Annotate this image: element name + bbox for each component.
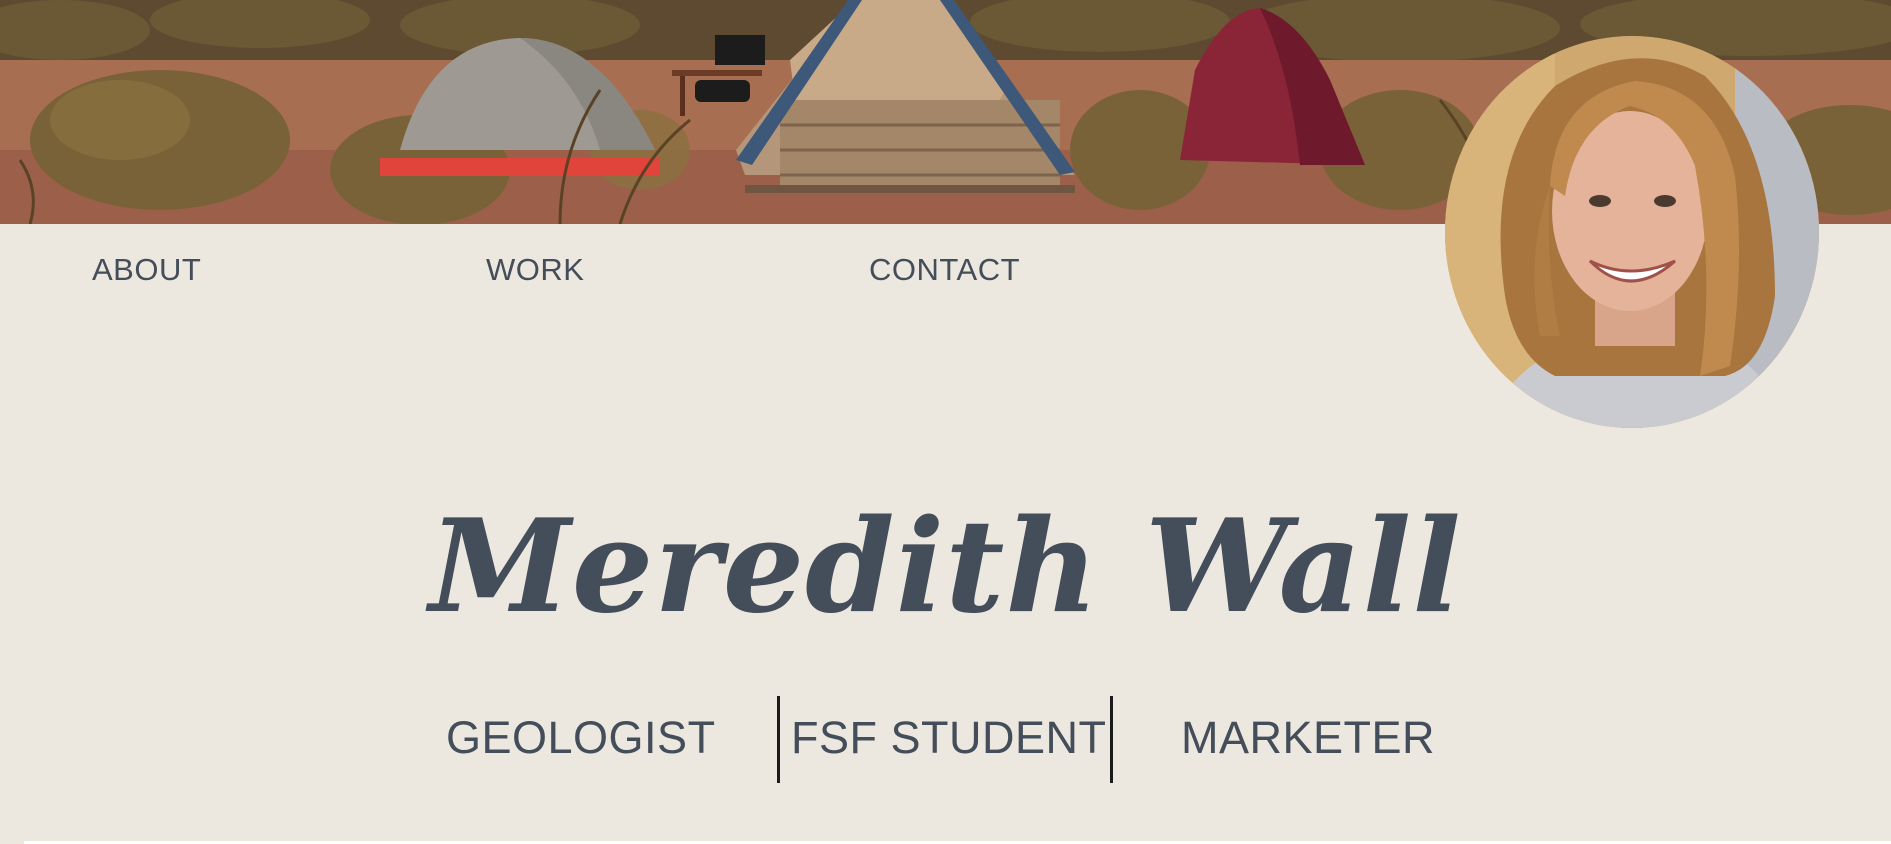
role-geologist: GEOLOGIST	[446, 712, 716, 763]
nav-contact-link[interactable]: CONTACT	[869, 252, 1020, 288]
nav-work-link[interactable]: WORK	[486, 252, 584, 288]
role-divider	[1110, 696, 1113, 783]
role-fsf-student: FSF STUDENT	[791, 712, 1107, 763]
nav-about-link[interactable]: ABOUT	[92, 252, 201, 288]
avatar	[1445, 36, 1819, 428]
role-marketer: MARKETER	[1181, 712, 1436, 763]
hero-name: Meredith Wall	[429, 492, 1462, 642]
role-divider	[777, 696, 780, 783]
